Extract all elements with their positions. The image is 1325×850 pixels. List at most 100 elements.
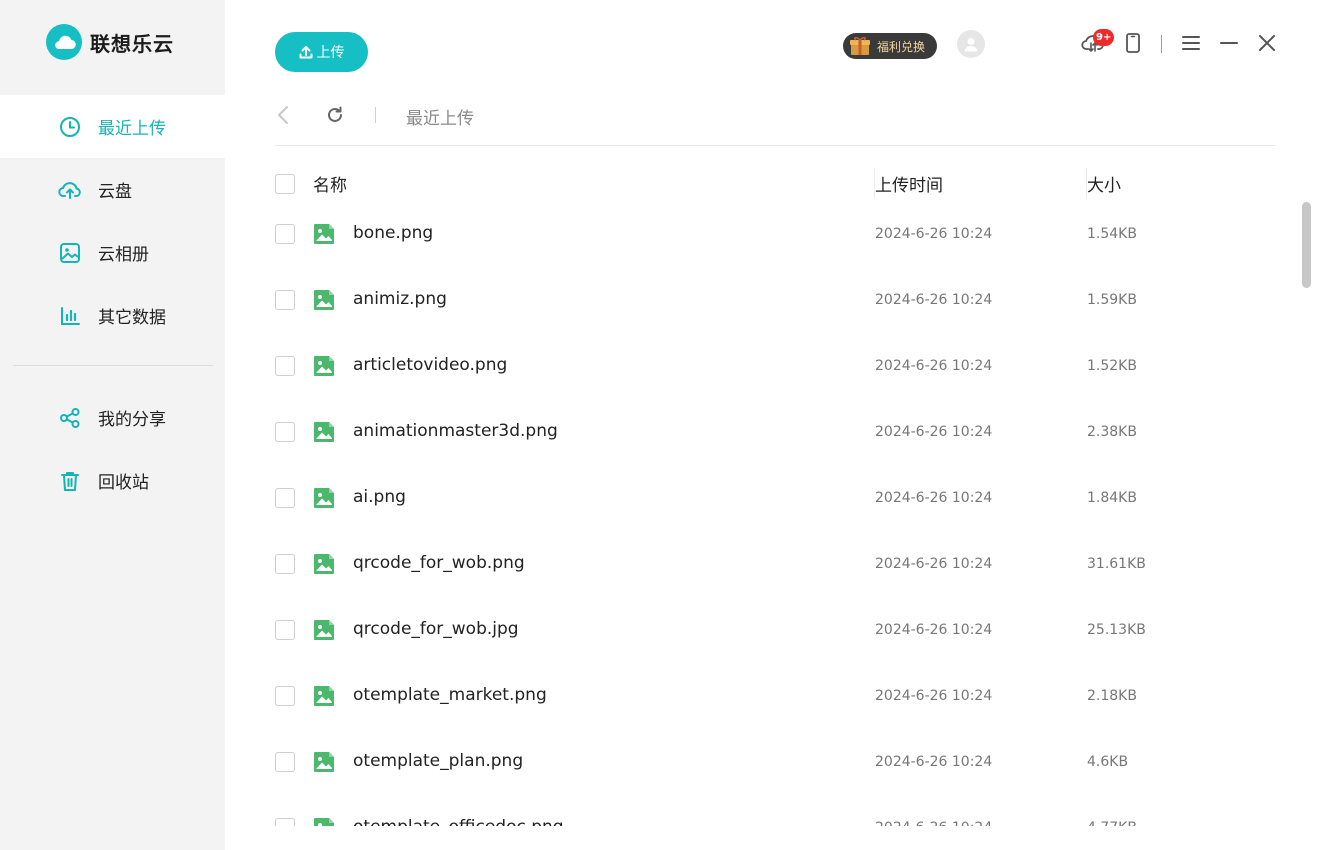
- sidebar-item-my-shares[interactable]: 我的分享: [0, 386, 225, 449]
- upload-icon: [299, 45, 313, 59]
- sidebar-item-label: 我的分享: [98, 410, 166, 430]
- sidebar-item-cloud-disk[interactable]: 云盘: [0, 158, 225, 221]
- gift-box-icon: [847, 35, 873, 57]
- upload-time: 2024-6-26 10:24: [875, 490, 993, 506]
- file-name: otemplate_market.png: [353, 685, 547, 705]
- clock-icon: [58, 115, 82, 139]
- row-checkbox[interactable]: [275, 290, 295, 310]
- close-button[interactable]: [1255, 31, 1279, 55]
- sidebar-nav-secondary: 我的分享 回收站: [0, 386, 225, 512]
- row-checkbox[interactable]: [275, 488, 295, 508]
- file-name: qrcode_for_wob.jpg: [353, 619, 519, 639]
- sidebar-item-label: 最近上传: [98, 119, 166, 139]
- file-size: 31.61KB: [1087, 556, 1146, 572]
- image-file-icon: [313, 685, 335, 707]
- sidebar-item-recent-uploads[interactable]: 最近上传: [0, 95, 225, 158]
- file-size: 2.18KB: [1087, 688, 1137, 704]
- image-file-icon: [313, 817, 335, 826]
- user-avatar[interactable]: [957, 30, 985, 58]
- sidebar-item-label: 云盘: [98, 182, 132, 202]
- image-file-icon: [313, 355, 335, 377]
- upload-time: 2024-6-26 10:24: [875, 556, 993, 572]
- upload-time: 2024-6-26 10:24: [875, 424, 993, 440]
- menu-button[interactable]: [1179, 31, 1203, 55]
- image-file-icon: [313, 619, 335, 641]
- table-row[interactable]: bone.png 2024-6-26 10:24 1.54KB: [275, 201, 1275, 267]
- row-checkbox[interactable]: [275, 356, 295, 376]
- upload-time: 2024-6-26 10:24: [875, 754, 993, 770]
- upload-time: 2024-6-26 10:24: [875, 820, 992, 826]
- file-size: 4.77KB: [1087, 820, 1137, 826]
- file-name: otemplate_officedoc.png: [353, 817, 564, 826]
- table-row[interactable]: articletovideo.png 2024-6-26 10:24 1.52KB: [275, 333, 1275, 399]
- file-size: 25.13KB: [1087, 622, 1146, 638]
- row-checkbox[interactable]: [275, 224, 295, 244]
- image-file-icon: [313, 487, 335, 509]
- image-file-icon: [313, 289, 335, 311]
- sidebar-item-label: 其它数据: [98, 308, 166, 328]
- notification-badge: 9+: [1093, 29, 1115, 46]
- table-row[interactable]: ai.png 2024-6-26 10:24 1.84KB: [275, 465, 1275, 531]
- app-window: 联想乐云 最近上传 云盘 云相册 其它数据 我的分享 回收站 上传 福利兑换 9…: [0, 0, 1325, 850]
- file-name: otemplate_plan.png: [353, 751, 524, 771]
- share-icon: [58, 406, 82, 430]
- table-row[interactable]: otemplate_officedoc.png 2024-6-26 10:24 4.…: [275, 795, 1275, 826]
- close-icon: [1257, 33, 1277, 53]
- file-size: 1.59KB: [1087, 292, 1137, 308]
- file-name: bone.png: [353, 223, 434, 243]
- table-row[interactable]: qrcode_for_wob.png 2024-6-26 10:24 31.61KB: [275, 531, 1275, 597]
- table-row[interactable]: otemplate_plan.png 2024-6-26 10:24 4.6KB: [275, 729, 1275, 795]
- table-row[interactable]: animiz.png 2024-6-26 10:24 1.59KB: [275, 267, 1275, 333]
- cloud-upload-icon: [58, 178, 82, 202]
- sidebar-item-label: 云相册: [98, 245, 149, 265]
- sidebar-item-cloud-album[interactable]: 云相册: [0, 221, 225, 284]
- sidebar-item-recycle-bin[interactable]: 回收站: [0, 449, 225, 512]
- phone-icon: [1125, 32, 1141, 54]
- scrollbar-thumb[interactable]: [1302, 202, 1311, 288]
- table-row[interactable]: animationmaster3d.png 2024-6-26 10:24 2.38…: [275, 399, 1275, 465]
- sidebar-item-other-data[interactable]: 其它数据: [0, 284, 225, 347]
- upload-time: 2024-6-26 10:24: [875, 688, 993, 704]
- row-checkbox[interactable]: [275, 752, 295, 772]
- column-header-name[interactable]: 名称: [313, 171, 347, 196]
- sidebar-divider: [13, 365, 213, 366]
- file-name: animiz.png: [353, 289, 447, 309]
- app-logo: 联想乐云: [46, 24, 174, 60]
- table-row[interactable]: qrcode_for_wob.jpg 2024-6-26 10:24 25.13KB: [275, 597, 1275, 663]
- minimize-button[interactable]: [1217, 31, 1241, 55]
- row-checkbox[interactable]: [275, 686, 295, 706]
- file-size: 1.54KB: [1087, 226, 1137, 242]
- breadcrumb-separator: [375, 107, 376, 123]
- welfare-exchange-button[interactable]: 福利兑换: [843, 33, 937, 59]
- row-checkbox[interactable]: [275, 620, 295, 640]
- app-name: 联想乐云: [90, 31, 174, 56]
- sidebar-item-label: 回收站: [98, 473, 149, 493]
- row-checkbox[interactable]: [275, 818, 295, 826]
- sidebar-nav: 最近上传 云盘 云相册 其它数据: [0, 95, 225, 347]
- file-list: bone.png 2024-6-26 10:24 1.54KB animiz.png 2…: [275, 201, 1275, 826]
- column-header-upload-time[interactable]: 上传时间: [875, 171, 943, 196]
- trash-icon: [58, 469, 82, 493]
- cloud-logo-icon: [46, 24, 82, 60]
- refresh-button[interactable]: [325, 104, 347, 126]
- toolbar-separator: [1161, 35, 1162, 53]
- upload-time: 2024-6-26 10:24: [875, 226, 993, 242]
- upload-time: 2024-6-26 10:24: [875, 622, 993, 638]
- row-checkbox[interactable]: [275, 554, 295, 574]
- select-all-checkbox[interactable]: [275, 174, 295, 194]
- file-size: 2.38KB: [1087, 424, 1137, 440]
- upload-button[interactable]: 上传: [275, 32, 368, 72]
- file-size: 1.84KB: [1087, 490, 1137, 506]
- breadcrumb: 最近上传: [406, 109, 474, 129]
- column-header-size[interactable]: 大小: [1087, 171, 1121, 196]
- table-header: 名称 上传时间 大小: [275, 164, 1275, 202]
- mobile-device-button[interactable]: [1121, 31, 1145, 55]
- file-size: 1.52KB: [1087, 358, 1137, 374]
- table-row[interactable]: otemplate_market.png 2024-6-26 10:24 2.18K…: [275, 663, 1275, 729]
- image-file-icon: [313, 421, 335, 443]
- row-checkbox[interactable]: [275, 422, 295, 442]
- file-name: qrcode_for_wob.png: [353, 553, 525, 573]
- hamburger-menu-icon: [1181, 35, 1201, 51]
- sidebar: 联想乐云 最近上传 云盘 云相册 其它数据 我的分享 回收站: [0, 0, 225, 850]
- back-button[interactable]: [277, 104, 297, 126]
